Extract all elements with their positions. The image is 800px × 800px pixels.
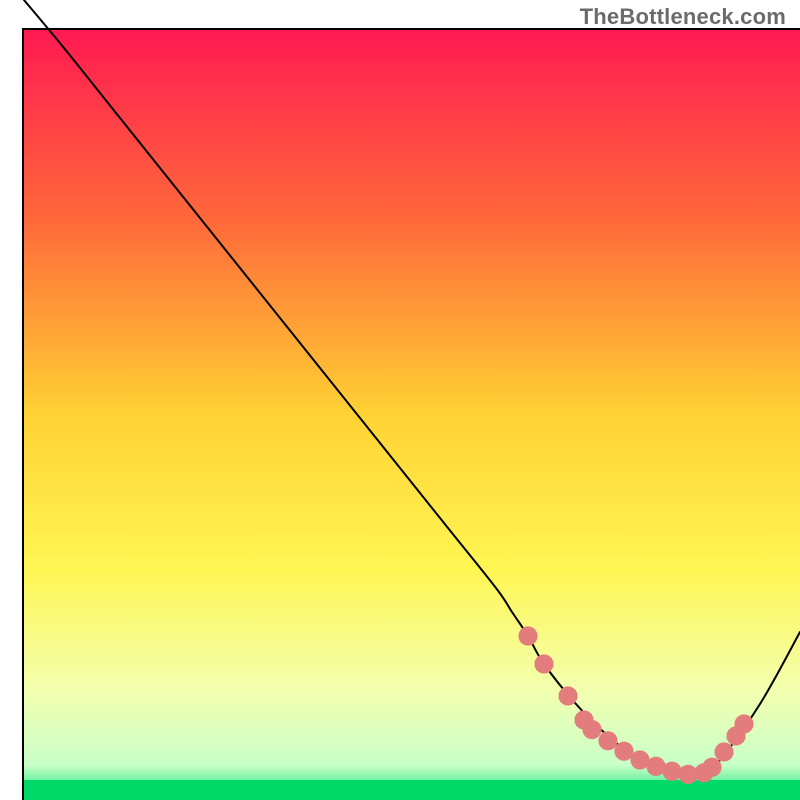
chart-container: TheBottleneck.com (0, 0, 800, 800)
optimal-band (24, 780, 800, 800)
data-marker (702, 758, 721, 777)
watermark-label: TheBottleneck.com (580, 4, 786, 30)
data-marker (534, 654, 553, 673)
data-marker (558, 686, 577, 705)
data-marker (734, 714, 753, 733)
bottleneck-chart (0, 0, 800, 800)
data-marker (518, 626, 537, 645)
data-marker (582, 720, 601, 739)
data-marker (662, 762, 681, 781)
data-marker (714, 742, 733, 761)
gradient-panel (24, 30, 800, 800)
data-marker (598, 731, 617, 750)
